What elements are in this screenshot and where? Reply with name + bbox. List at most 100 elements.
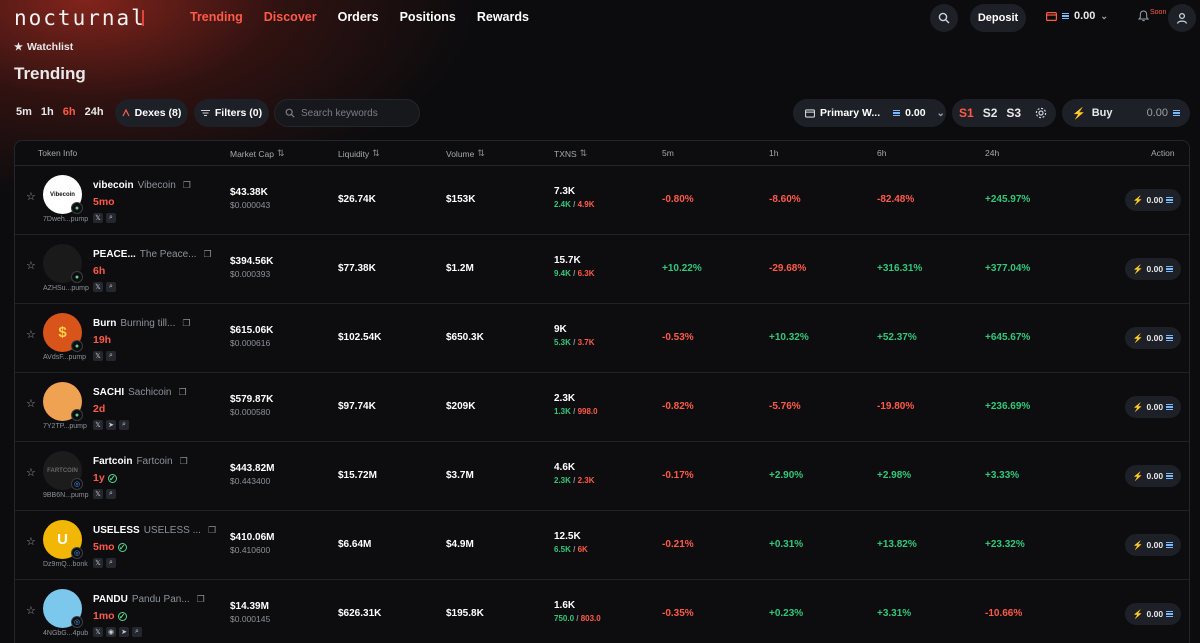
x-icon[interactable]: 𝕏: [93, 489, 103, 499]
token-symbol[interactable]: Burn: [93, 318, 116, 329]
search-icon[interactable]: ⌕: [132, 627, 142, 637]
token-full-name: Pandu Pan...: [131, 594, 190, 605]
volume-value: $650.3K: [446, 332, 484, 343]
table-row[interactable]: ☆ ◎ 4NGbG...4pub 𝕏 ◉ ➤ ⌕ PANDU Pandu Pan...…: [15, 580, 1189, 643]
timeframe-6h[interactable]: 6h: [63, 106, 76, 118]
search-icon[interactable]: ⌕: [106, 489, 116, 499]
preset-s3[interactable]: S3: [1005, 106, 1022, 120]
buy-amount[interactable]: 0.00: [1147, 107, 1168, 119]
table-row[interactable]: ☆ ● 7Y2TP...pump 𝕏 ➤ ⌕ SACHI Sachicoin ❐ 2…: [15, 373, 1189, 442]
timeframe-24h[interactable]: 24h: [85, 106, 104, 118]
x-icon[interactable]: 𝕏: [93, 213, 103, 223]
token-address[interactable]: 9BB6N...pump: [43, 492, 89, 499]
quick-buy-button[interactable]: ⚡ 0.00: [1125, 327, 1181, 349]
token-address[interactable]: AZHSu...pump: [43, 285, 89, 292]
copy-icon[interactable]: ❐: [208, 525, 216, 536]
token-address[interactable]: 4NGbG...4pub: [43, 630, 88, 637]
favorite-star-icon[interactable]: ☆: [26, 397, 36, 410]
token-address[interactable]: AVdsF...pump: [43, 354, 86, 361]
preset-s2[interactable]: S2: [982, 106, 999, 120]
table-row[interactable]: ☆ FARTCOIN ◎ 9BB6N...pump 𝕏 ⌕ Fartcoin Fa…: [15, 442, 1189, 511]
nav-positions[interactable]: Positions: [400, 10, 456, 24]
brand-logo[interactable]: nocturnal: [14, 6, 146, 30]
token-name: vibecoin Vibecoin ❐: [93, 180, 191, 191]
copy-icon[interactable]: ❐: [204, 249, 212, 260]
token-symbol[interactable]: SACHI: [93, 387, 124, 398]
col-market-cap[interactable]: Market Cap ⇅: [230, 148, 284, 159]
search-input[interactable]: [301, 107, 411, 119]
table-row[interactable]: ☆ Vibecoin ● 7Dweh...pump 𝕏 ⌕ vibecoin Vi…: [15, 166, 1189, 235]
nav-trending[interactable]: Trending: [190, 10, 243, 24]
favorite-star-icon[interactable]: ☆: [26, 466, 36, 479]
x-icon[interactable]: 𝕏: [93, 420, 103, 430]
x-icon[interactable]: 𝕏: [93, 351, 103, 361]
wallet-selector[interactable]: Primary W... 0.00 ⌄: [793, 99, 946, 127]
quick-buy-button[interactable]: ⚡ 0.00: [1125, 534, 1181, 556]
nav-rewards[interactable]: Rewards: [477, 10, 529, 24]
global-search-button[interactable]: [930, 4, 958, 32]
quick-buy-button[interactable]: ⚡ 0.00: [1125, 465, 1181, 487]
quick-buy-button[interactable]: ⚡ 0.00: [1125, 189, 1181, 211]
search-icon[interactable]: ⌕: [119, 420, 129, 430]
favorite-star-icon[interactable]: ☆: [26, 259, 36, 272]
x-icon[interactable]: 𝕏: [93, 627, 103, 637]
x-icon[interactable]: 𝕏: [93, 282, 103, 292]
txns-total: 12.5K: [554, 531, 581, 542]
x-icon[interactable]: 𝕏: [93, 558, 103, 568]
market-cap-cell: $43.38K $0.000043: [230, 187, 270, 210]
table-row[interactable]: ☆ ● AZHSu...pump 𝕏 ⌕ PEACE... The Peace..…: [15, 235, 1189, 304]
nav-discover[interactable]: Discover: [264, 10, 317, 24]
change-1h: +0.31%: [769, 539, 804, 550]
search-icon[interactable]: ⌕: [106, 282, 116, 292]
token-symbol[interactable]: PANDU: [93, 594, 128, 605]
timeframe-1h[interactable]: 1h: [41, 106, 54, 118]
token-symbol[interactable]: Fartcoin: [93, 456, 132, 467]
favorite-star-icon[interactable]: ☆: [26, 535, 36, 548]
search-icon[interactable]: ⌕: [106, 213, 116, 223]
token-address[interactable]: Dz9mQ...bonk: [43, 561, 88, 568]
dexes-button[interactable]: Dexes (8): [115, 99, 188, 127]
quick-buy-button[interactable]: ⚡ 0.00: [1125, 603, 1181, 625]
favorite-star-icon[interactable]: ☆: [26, 604, 36, 617]
copy-icon[interactable]: ❐: [178, 387, 186, 398]
quick-buy-amount[interactable]: ⚡ Buy 0.00: [1062, 99, 1190, 127]
watchlist-link[interactable]: ★ Watchlist: [14, 41, 73, 53]
copy-icon[interactable]: ❐: [183, 180, 191, 191]
timeframe-5m[interactable]: 5m: [16, 106, 32, 118]
token-address[interactable]: 7Dweh...pump: [43, 216, 88, 223]
pill-icon: ●: [71, 340, 83, 352]
copy-icon[interactable]: ❐: [182, 318, 190, 329]
quick-buy-button[interactable]: ⚡ 0.00: [1125, 396, 1181, 418]
gear-icon[interactable]: [1035, 107, 1047, 119]
table-row[interactable]: ☆ $ ● AVdsF...pump 𝕏 ⌕ Burn Burning till.…: [15, 304, 1189, 373]
copy-icon[interactable]: ❐: [197, 594, 205, 605]
deposit-button[interactable]: Deposit: [970, 4, 1026, 32]
copy-icon[interactable]: ❐: [180, 456, 188, 467]
quick-buy-button[interactable]: ⚡ 0.00: [1125, 258, 1181, 280]
telegram-icon[interactable]: ➤: [106, 420, 116, 430]
market-cap-value: $14.39M: [230, 601, 269, 612]
favorite-star-icon[interactable]: ☆: [26, 328, 36, 341]
favorite-star-icon[interactable]: ☆: [26, 190, 36, 203]
telegram-icon[interactable]: ➤: [119, 627, 129, 637]
token-address[interactable]: 7Y2TP...pump: [43, 423, 87, 430]
token-symbol[interactable]: PEACE...: [93, 249, 136, 260]
table-row[interactable]: ☆ U ◎ Dz9mQ...bonk 𝕏 ⌕ USELESS USELESS ..…: [15, 511, 1189, 580]
change-5m: -0.21%: [662, 539, 694, 550]
dexes-label: Dexes (8): [134, 107, 182, 119]
preset-s1[interactable]: S1: [958, 106, 975, 120]
col-liquidity[interactable]: Liquidity ⇅: [338, 148, 380, 159]
col-volume[interactable]: Volume ⇅: [446, 148, 485, 159]
search-icon[interactable]: ⌕: [106, 558, 116, 568]
col-txns[interactable]: TXNS ⇅: [554, 148, 587, 159]
bell-icon[interactable]: [1138, 10, 1149, 22]
token-symbol[interactable]: USELESS: [93, 525, 140, 536]
wallet-balance-dropdown[interactable]: 0.00 ⌄: [1046, 10, 1108, 22]
nav-orders[interactable]: Orders: [338, 10, 379, 24]
filters-button[interactable]: Filters (0): [194, 99, 269, 127]
token-symbol[interactable]: vibecoin: [93, 180, 134, 191]
profile-button[interactable]: [1168, 4, 1196, 32]
search-icon[interactable]: ⌕: [106, 351, 116, 361]
web-icon[interactable]: ◉: [106, 627, 116, 637]
txns-cell: 2.3K 1.3K / 998.0: [554, 393, 598, 416]
